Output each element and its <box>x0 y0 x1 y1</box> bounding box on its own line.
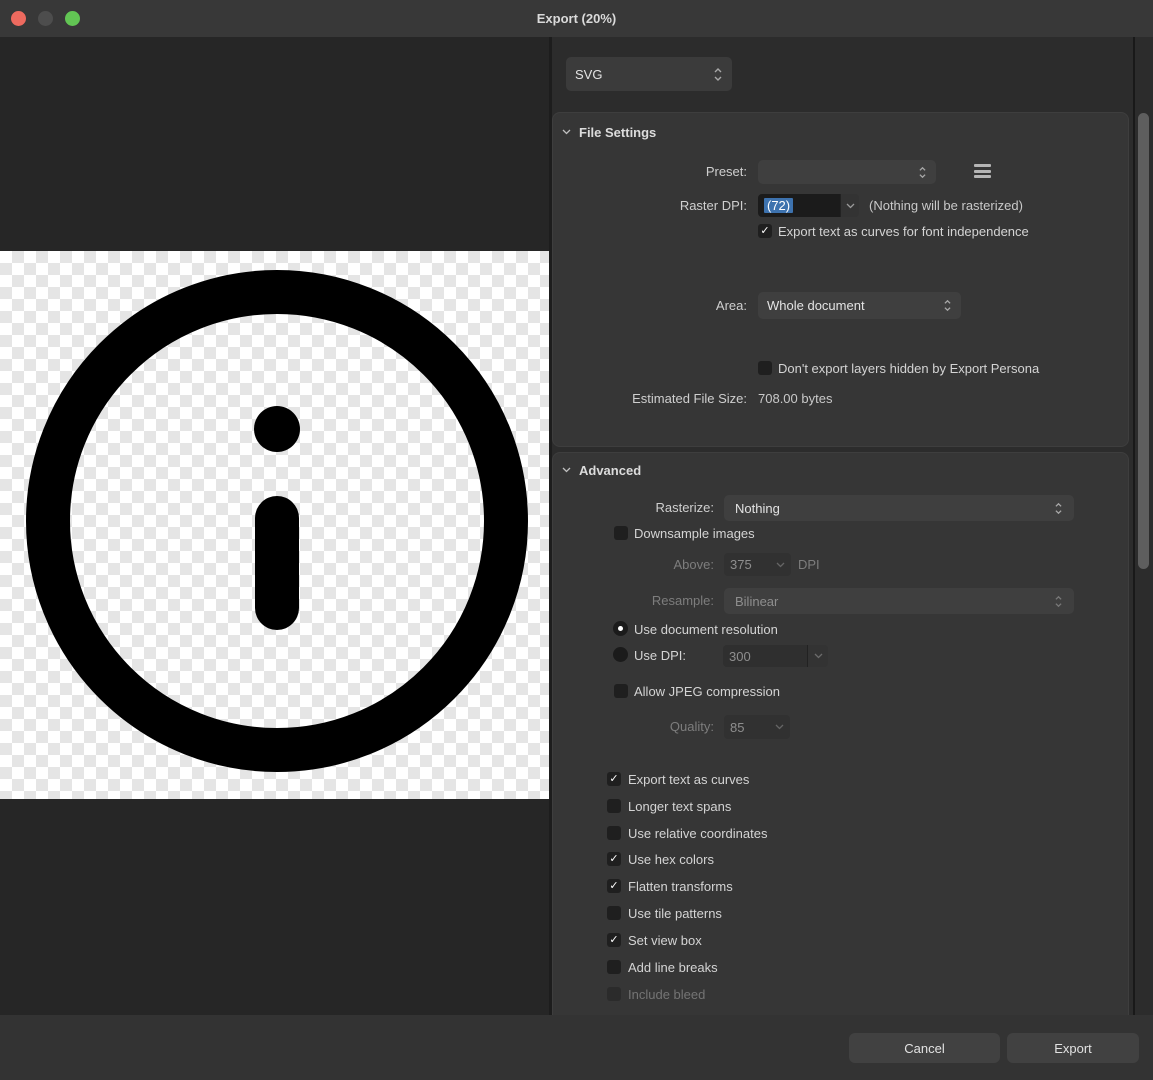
raster-dpi-label: Raster DPI: <box>680 198 747 213</box>
use-document-resolution-radio[interactable] <box>613 621 628 636</box>
raster-dpi-value: (72) <box>764 198 793 213</box>
preset-select[interactable] <box>758 160 936 184</box>
section-title: File Settings <box>579 125 656 140</box>
scrollbar-track <box>1133 37 1135 1015</box>
chevron-down-icon <box>776 562 785 568</box>
resample-value: Bilinear <box>735 594 1054 609</box>
set-view-box-label: Set view box <box>628 933 702 948</box>
raster-dpi-dropdown-button[interactable] <box>840 194 859 217</box>
format-select[interactable]: SVG <box>566 57 732 91</box>
dont-export-hidden-label: Don't export layers hidden by Export Per… <box>778 361 1039 376</box>
use-dpi-combo: 300 <box>723 645 828 667</box>
estimated-size-label: Estimated File Size: <box>632 391 747 406</box>
info-circle-icon <box>0 251 549 799</box>
use-dpi-label: Use DPI: <box>634 648 686 663</box>
export-dialog: Export (20%) SVG File Settings Preset: <box>0 0 1153 1080</box>
above-dpi-value: 375 <box>730 557 752 572</box>
use-relative-coordinates-checkbox[interactable] <box>607 826 621 840</box>
chevron-down-icon <box>814 653 823 659</box>
use-dpi-value: 300 <box>729 649 751 664</box>
area-value: Whole document <box>767 298 943 313</box>
stepper-icon <box>1054 502 1063 515</box>
advanced-section: Advanced Rasterize: Nothing Downsample i… <box>552 452 1129 1016</box>
raster-dpi-note: (Nothing will be rasterized) <box>869 198 1023 213</box>
section-title: Advanced <box>579 463 641 478</box>
quality-value: 85 <box>730 720 744 735</box>
area-label: Area: <box>716 298 747 313</box>
preset-label: Preset: <box>706 164 747 179</box>
titlebar: Export (20%) <box>0 0 1153 38</box>
export-text-as-curves-label: Export text as curves <box>628 772 749 787</box>
settings-pane: SVG File Settings Preset: Raster DPI: (7… <box>552 37 1153 1015</box>
quality-combo: 85 <box>724 715 790 739</box>
estimated-size-value: 708.00 bytes <box>758 391 832 406</box>
dpi-suffix-label: DPI <box>798 557 820 572</box>
chevron-down-icon <box>775 724 784 730</box>
use-relative-coordinates-label: Use relative coordinates <box>628 826 767 841</box>
downsample-label: Downsample images <box>634 526 755 541</box>
use-tile-patterns-checkbox[interactable] <box>607 906 621 920</box>
flatten-transforms-checkbox[interactable] <box>607 879 621 893</box>
collapse-chevron-icon <box>562 467 571 473</box>
scrollbar-thumb[interactable] <box>1138 113 1149 569</box>
export-button[interactable]: Export <box>1007 1033 1139 1063</box>
window-title: Export (20%) <box>0 0 1153 37</box>
allow-jpeg-label: Allow JPEG compression <box>634 684 780 699</box>
stepper-icon <box>943 299 952 312</box>
longer-text-spans-checkbox[interactable] <box>607 799 621 813</box>
cancel-button[interactable]: Cancel <box>849 1033 1000 1063</box>
quality-label: Quality: <box>670 719 714 734</box>
stepper-icon <box>918 166 927 179</box>
area-select[interactable]: Whole document <box>758 292 961 319</box>
use-document-resolution-label: Use document resolution <box>634 622 778 637</box>
use-dpi-radio[interactable] <box>613 647 628 662</box>
include-bleed-checkbox <box>607 987 621 1001</box>
raster-dpi-input[interactable]: (72) <box>758 194 840 217</box>
resample-select: Bilinear <box>724 588 1074 614</box>
use-hex-colors-checkbox[interactable] <box>607 852 621 866</box>
export-text-curves-font-checkbox[interactable] <box>758 224 772 238</box>
file-settings-section: File Settings Preset: Raster DPI: (72) (… <box>552 112 1129 447</box>
transparency-checkerboard <box>0 251 549 799</box>
above-label: Above: <box>674 557 714 572</box>
preset-menu-button[interactable] <box>974 164 991 178</box>
rasterize-label: Rasterize: <box>655 500 714 515</box>
use-tile-patterns-label: Use tile patterns <box>628 906 722 921</box>
use-dpi-dropdown-button <box>807 645 828 667</box>
format-value: SVG <box>575 67 713 82</box>
dialog-footer: Cancel Export <box>0 1015 1153 1080</box>
export-preview-pane[interactable] <box>0 37 549 1015</box>
set-view-box-checkbox[interactable] <box>607 933 621 947</box>
chevron-down-icon <box>846 203 855 209</box>
allow-jpeg-checkbox[interactable] <box>614 684 628 698</box>
export-text-curves-font-label: Export text as curves for font independe… <box>778 224 1029 239</box>
advanced-header[interactable]: Advanced <box>562 462 641 478</box>
flatten-transforms-label: Flatten transforms <box>628 879 733 894</box>
resample-label: Resample: <box>652 593 714 608</box>
export-text-as-curves-checkbox[interactable] <box>607 772 621 786</box>
downsample-checkbox[interactable] <box>614 526 628 540</box>
include-bleed-label: Include bleed <box>628 987 705 1002</box>
dont-export-hidden-checkbox[interactable] <box>758 361 772 375</box>
add-line-breaks-checkbox[interactable] <box>607 960 621 974</box>
rasterize-value: Nothing <box>735 501 1054 516</box>
use-hex-colors-label: Use hex colors <box>628 852 714 867</box>
file-settings-header[interactable]: File Settings <box>562 124 656 140</box>
use-dpi-input: 300 <box>723 645 807 667</box>
longer-text-spans-label: Longer text spans <box>628 799 731 814</box>
raster-dpi-combo: (72) <box>758 194 859 217</box>
collapse-chevron-icon <box>562 129 571 135</box>
rasterize-select[interactable]: Nothing <box>724 495 1074 521</box>
above-dpi-combo: 375 <box>724 553 791 576</box>
add-line-breaks-label: Add line breaks <box>628 960 718 975</box>
stepper-icon <box>1054 595 1063 608</box>
stepper-icon <box>713 67 723 82</box>
